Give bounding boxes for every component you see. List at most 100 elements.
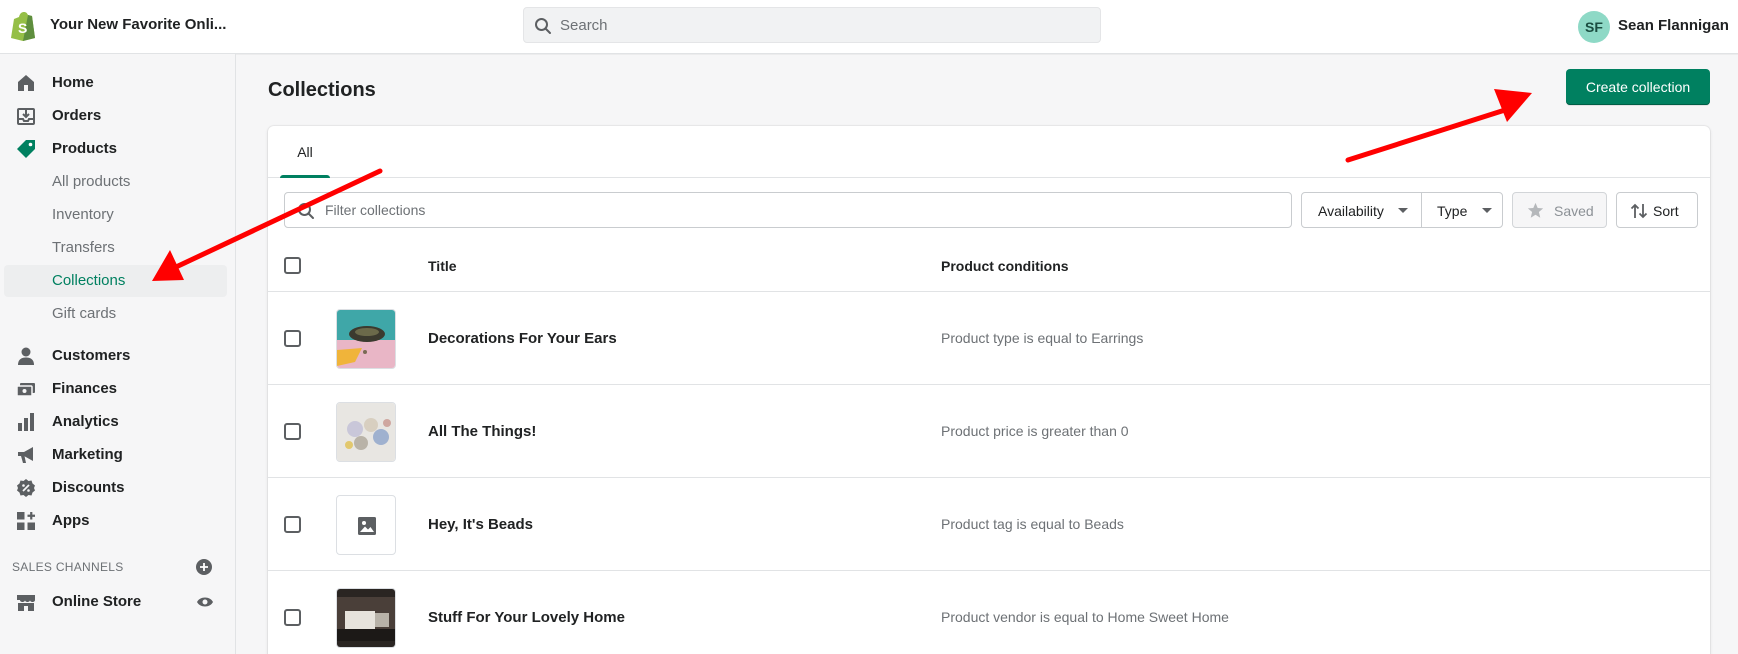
search-icon	[535, 18, 551, 34]
apps-icon	[17, 512, 35, 530]
sidebar-item-discounts[interactable]: Discounts	[4, 472, 227, 504]
availability-label: Availability	[1318, 203, 1384, 219]
page-title: Collections	[268, 79, 376, 101]
saved-button[interactable]: Saved	[1512, 192, 1607, 228]
table-row[interactable]: All The Things! Product price is greater…	[268, 385, 1710, 478]
collection-condition: Product type is equal to Earrings	[941, 330, 1144, 346]
user-name: Sean Flannigan	[1618, 17, 1729, 34]
orders-icon	[17, 108, 35, 125]
add-circle-icon[interactable]	[196, 559, 212, 575]
sidebar-item-products[interactable]: Products	[4, 133, 227, 165]
sidebar-item-label: All products	[52, 173, 131, 190]
main-content: Collections Create collection All Availa…	[236, 54, 1738, 654]
type-filter-button[interactable]: Type	[1421, 192, 1503, 228]
sidebar-item-label: Finances	[52, 380, 118, 397]
row-checkbox[interactable]	[284, 330, 301, 347]
search-icon	[298, 203, 314, 219]
row-checkbox[interactable]	[284, 516, 301, 533]
avatar: SF	[1578, 11, 1610, 43]
sidebar-item-label: Gift cards	[52, 305, 117, 322]
sidebar-item-collections[interactable]: Collections	[4, 265, 227, 297]
collection-title[interactable]: Stuff For Your Lovely Home	[428, 609, 625, 626]
sidebar-item-label: Marketing	[52, 446, 123, 463]
sidebar-item-label: Home	[52, 74, 94, 91]
table-row[interactable]: Decorations For Your Ears Product type i…	[268, 292, 1710, 385]
user-menu[interactable]: SF Sean Flannigan	[1578, 0, 1738, 54]
sales-channels-heading: SALES CHANNELS	[12, 560, 124, 574]
sidebar-item-apps[interactable]: Apps	[4, 505, 227, 537]
global-search[interactable]	[523, 7, 1101, 43]
tab-bar: All	[268, 126, 1710, 178]
table-row[interactable]: Hey, It's Beads Product tag is equal to …	[268, 478, 1710, 571]
sidebar-item-label: Collections	[52, 272, 126, 289]
sort-button[interactable]: Sort	[1616, 192, 1698, 228]
shopify-logo-icon[interactable]: S	[10, 11, 36, 41]
person-icon	[18, 347, 34, 365]
home-thumbnail	[336, 588, 396, 648]
sidebar-item-label: Products	[52, 140, 118, 157]
eye-icon[interactable]	[196, 595, 214, 609]
row-checkbox[interactable]	[284, 609, 301, 626]
bar-chart-icon	[18, 413, 34, 431]
sidebar-item-label: Analytics	[52, 413, 119, 430]
sidebar-item-online-store[interactable]: Online Store	[4, 586, 227, 618]
collection-condition: Product tag is equal to Beads	[941, 516, 1124, 532]
discount-icon	[17, 479, 35, 497]
sidebar-item-label: Online Store	[52, 593, 142, 610]
sidebar-item-label: Discounts	[52, 479, 125, 496]
sidebar-item-inventory[interactable]: Inventory	[4, 199, 227, 231]
sidebar-item-label: Inventory	[52, 206, 114, 223]
image-placeholder-icon	[358, 517, 376, 535]
collection-title[interactable]: All The Things!	[428, 423, 536, 440]
row-checkbox[interactable]	[284, 423, 301, 440]
sort-label: Sort	[1653, 203, 1679, 219]
tab-all[interactable]: All	[280, 126, 330, 178]
earrings-thumbnail	[336, 309, 396, 369]
sidebar-item-analytics[interactable]: Analytics	[4, 406, 227, 438]
sidebar-item-label: Apps	[52, 512, 90, 529]
column-header-conditions: Product conditions	[941, 258, 1069, 274]
sidebar-item-label: Transfers	[52, 239, 115, 256]
top-bar: S Your New Favorite Onli... SF Sean Flan…	[0, 0, 1738, 54]
collections-card: All Availability Type Saved Sort	[268, 126, 1710, 654]
filter-input[interactable]	[325, 193, 1275, 227]
sidebar-item-transfers[interactable]: Transfers	[4, 232, 227, 264]
table-row[interactable]: Stuff For Your Lovely Home Product vendo…	[268, 571, 1710, 654]
collection-condition: Product vendor is equal to Home Sweet Ho…	[941, 609, 1229, 625]
sidebar-item-finances[interactable]: Finances	[4, 373, 227, 405]
sidebar: Home Orders Products All products Invent…	[0, 54, 236, 654]
sidebar-item-gift-cards[interactable]: Gift cards	[4, 298, 227, 330]
store-icon	[17, 595, 35, 611]
caret-down-icon	[1398, 208, 1408, 213]
saved-label: Saved	[1554, 203, 1594, 219]
tab-active-indicator	[280, 175, 330, 178]
table-header: Title Product conditions	[268, 238, 1710, 292]
column-header-title: Title	[428, 258, 457, 274]
sidebar-item-orders[interactable]: Orders	[4, 100, 227, 132]
filter-collections-field[interactable]	[284, 192, 1292, 228]
sidebar-item-label: Orders	[52, 107, 102, 124]
collection-title[interactable]: Decorations For Your Ears	[428, 330, 617, 347]
caret-down-icon	[1482, 208, 1492, 213]
tab-label: All	[297, 144, 313, 160]
sidebar-item-label: Customers	[52, 347, 131, 364]
type-label: Type	[1437, 203, 1468, 219]
collection-condition: Product price is greater than 0	[941, 423, 1129, 439]
collection-title[interactable]: Hey, It's Beads	[428, 516, 533, 533]
image-placeholder-thumbnail	[336, 495, 396, 555]
select-all-checkbox[interactable]	[284, 257, 301, 274]
store-name[interactable]: Your New Favorite Onli...	[50, 16, 226, 33]
megaphone-icon	[18, 447, 33, 463]
sidebar-item-all-products[interactable]: All products	[4, 166, 227, 198]
tag-icon	[17, 140, 35, 158]
home-icon	[18, 75, 34, 91]
finances-icon	[16, 383, 35, 397]
search-input[interactable]	[560, 8, 1080, 42]
sidebar-item-customers[interactable]: Customers	[4, 340, 227, 372]
availability-filter-button[interactable]: Availability	[1301, 192, 1422, 228]
sort-arrows-icon	[1630, 203, 1648, 219]
star-icon	[1527, 202, 1544, 218]
sidebar-item-marketing[interactable]: Marketing	[4, 439, 227, 471]
sidebar-item-home[interactable]: Home	[4, 67, 227, 99]
create-collection-button[interactable]: Create collection	[1566, 69, 1710, 105]
